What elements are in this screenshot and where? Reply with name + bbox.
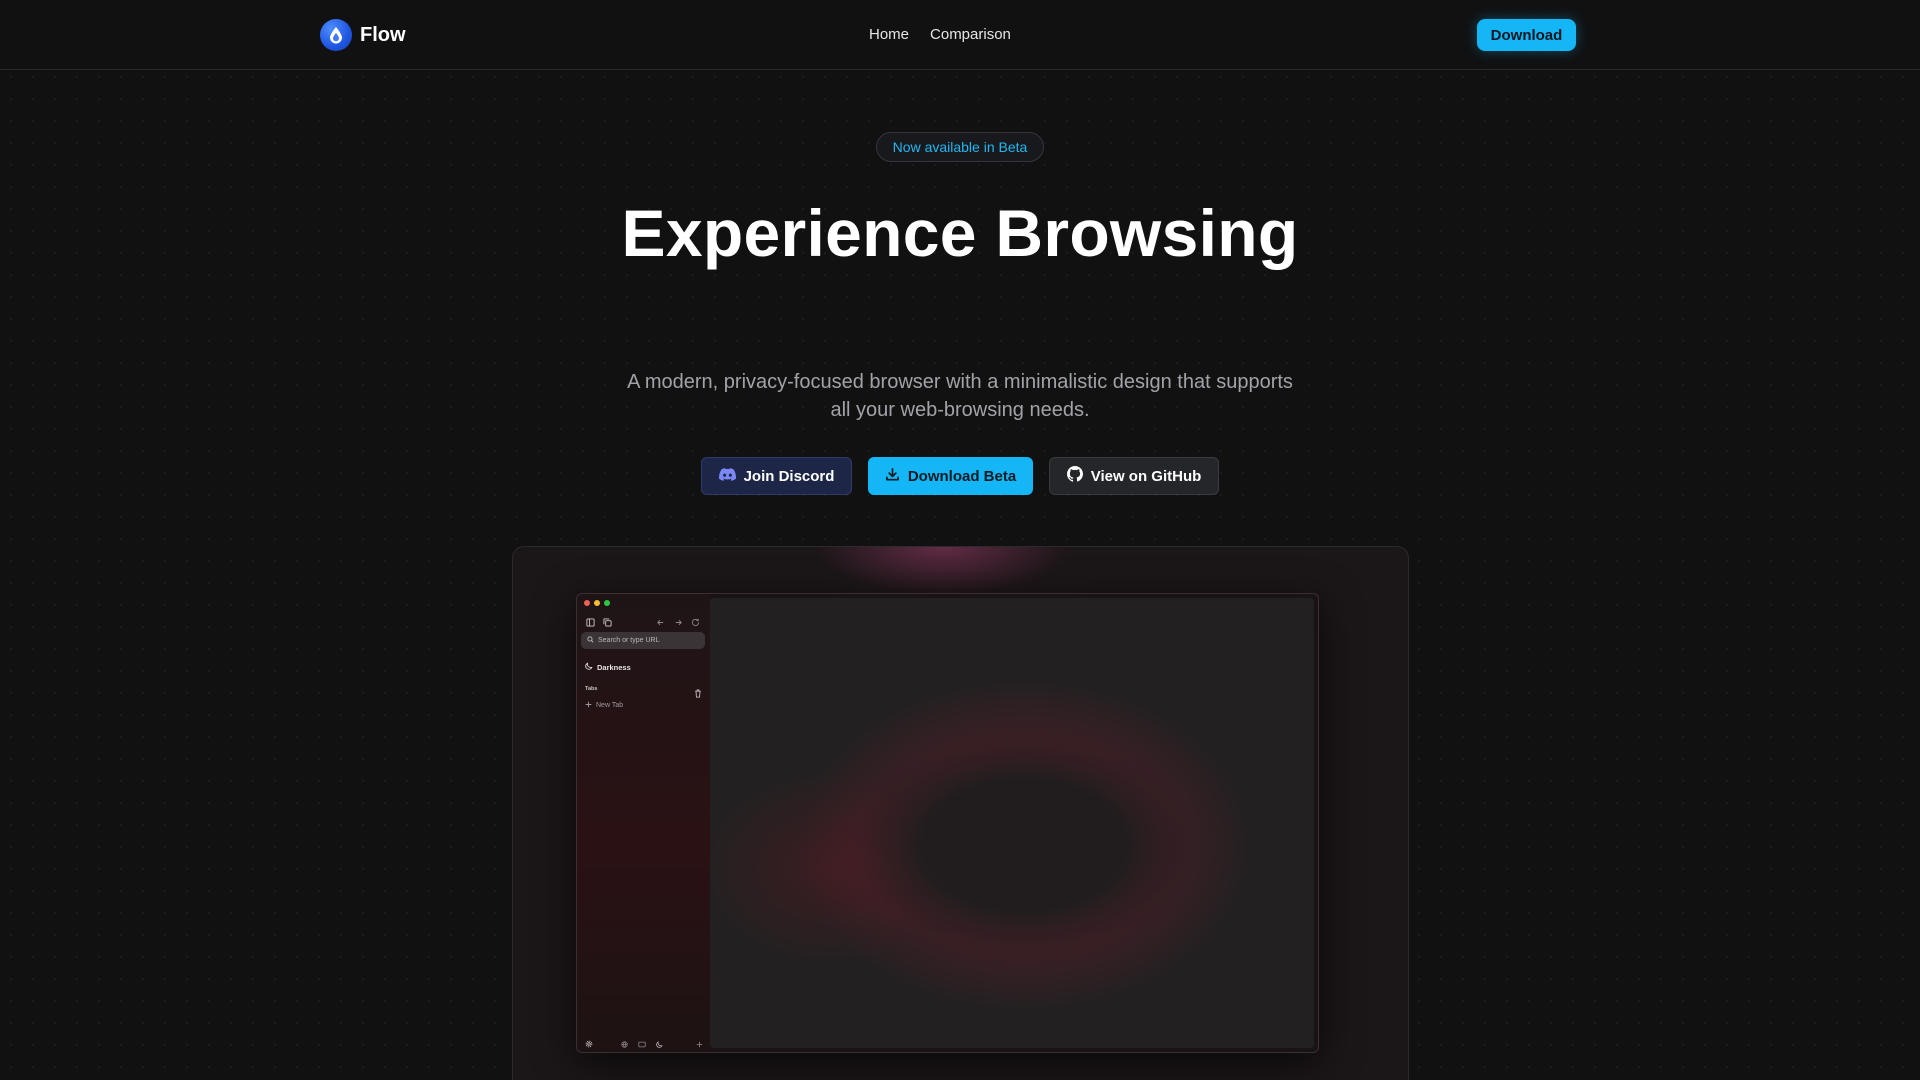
- new-tab-label: New Tab: [596, 702, 624, 709]
- minimize-dot-icon: [594, 600, 600, 606]
- preview-sidebar-footer: [583, 1035, 705, 1048]
- close-dot-icon: [584, 600, 590, 606]
- reload-icon: [691, 614, 701, 627]
- brand-logo[interactable]: Flow: [320, 19, 406, 51]
- cta-buttons: Join Discord Download Beta View on GitHu…: [0, 457, 1920, 495]
- hero-title: Experience Browsing: [621, 196, 1299, 270]
- forward-arrow-icon: [674, 614, 684, 626]
- nav-home-link[interactable]: Home: [869, 25, 909, 45]
- preview-url-bar: Search or type URL: [581, 632, 705, 649]
- download-beta-label: Download Beta: [907, 467, 1017, 485]
- browser-preview-showcase: Search or type URL Darkness Tabs New Tab: [512, 546, 1409, 1080]
- download-icon: [885, 467, 900, 486]
- flow-logo-icon: [320, 19, 352, 51]
- join-discord-button[interactable]: Join Discord: [701, 457, 852, 495]
- add-space-icon: [696, 1035, 703, 1052]
- preview-content-area: [710, 598, 1314, 1048]
- tabs-section-label: Tabs: [585, 686, 598, 692]
- copy-link-icon: [603, 614, 613, 627]
- view-github-button[interactable]: View on GitHub: [1049, 457, 1219, 495]
- window-controls: [584, 600, 610, 606]
- hero-subtitle: A modern, privacy-focused browser with a…: [627, 371, 1293, 421]
- moon-small-icon: [656, 1035, 663, 1052]
- back-arrow-icon: [656, 614, 666, 626]
- nav-comparison-link[interactable]: Comparison: [930, 25, 1011, 45]
- main-nav: Home Comparison: [869, 25, 1011, 45]
- preview-sidebar: Search or type URL Darkness Tabs New Tab: [577, 594, 710, 1052]
- folder-icon: [638, 1035, 646, 1052]
- moon-icon: [585, 662, 593, 672]
- globe-icon: [621, 1035, 628, 1052]
- trash-icon: [694, 685, 702, 703]
- header-download-button[interactable]: Download: [1477, 19, 1576, 51]
- browser-preview-window: Search or type URL Darkness Tabs New Tab: [576, 593, 1319, 1053]
- beta-badge: Now available in Beta: [876, 132, 1044, 162]
- brand-name: Flow: [360, 23, 406, 46]
- discord-icon: [718, 467, 736, 485]
- new-tab-item: New Tab: [585, 701, 623, 710]
- maximize-dot-icon: [604, 600, 610, 606]
- search-icon: [587, 636, 594, 645]
- settings-icon: [585, 1035, 593, 1052]
- view-github-label: View on GitHub: [1090, 467, 1202, 485]
- preview-space: Darkness: [585, 662, 631, 672]
- sidebar-toggle-icon: [586, 614, 596, 627]
- plus-icon: [585, 701, 592, 710]
- url-placeholder: Search or type URL: [598, 637, 660, 644]
- github-icon: [1066, 466, 1083, 486]
- join-discord-label: Join Discord: [743, 467, 835, 485]
- space-name: Darkness: [597, 662, 631, 672]
- download-beta-button[interactable]: Download Beta: [868, 457, 1033, 495]
- site-header: Flow Home Comparison Download: [0, 0, 1920, 70]
